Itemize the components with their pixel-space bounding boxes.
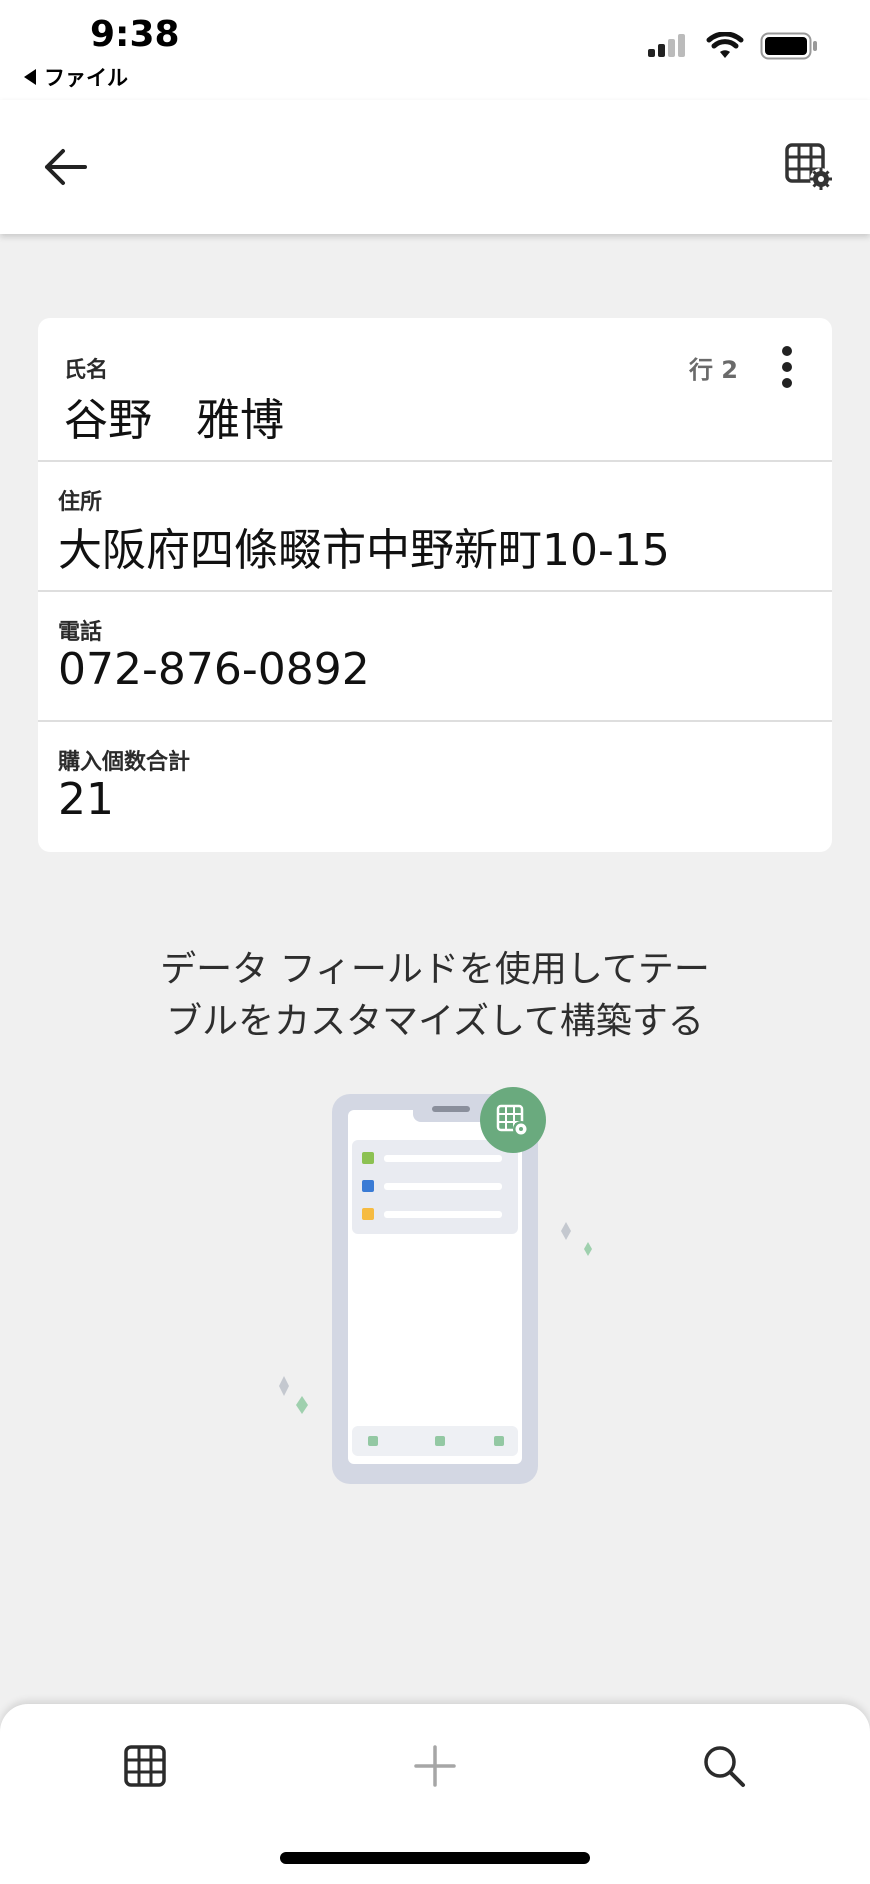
field-phone: 電話 072-876-0892 — [38, 590, 832, 720]
add-icon — [414, 1745, 456, 1787]
back-triangle-icon — [24, 69, 36, 85]
phone-illustration — [279, 1087, 592, 1484]
field-purchase-total: 購入個数合計 21 — [38, 720, 832, 852]
bottom-nav — [0, 1704, 870, 1884]
field-address: 住所 大阪府四條畷市中野新町10-15 — [38, 460, 832, 590]
field-label: 住所 — [58, 490, 103, 515]
field-name: 氏名 谷野 雅博 行 2 — [38, 318, 832, 460]
nav-add-button[interactable] — [403, 1734, 467, 1798]
promo-line-2: ブルをカスタマイズして構築する — [166, 1001, 704, 1042]
nav-table-button[interactable] — [113, 1734, 177, 1798]
record-card[interactable]: 氏名 谷野 雅博 行 2 住所 大阪府四條畷市中野新町10-15 電話 072-… — [38, 318, 832, 852]
table-settings-button[interactable] — [780, 138, 838, 196]
arrow-left-icon — [45, 149, 87, 185]
status-bar: 9:38 ファイル — [0, 0, 870, 100]
field-value: 21 — [58, 774, 114, 825]
battery-icon — [760, 32, 817, 60]
status-icons — [646, 32, 818, 60]
field-value: 072-876-0892 — [58, 644, 370, 695]
more-options-button[interactable] — [772, 342, 802, 392]
field-value: 谷野 雅博 — [64, 395, 284, 446]
promo-line-1: データ フィールドを使用してテー — [160, 949, 710, 990]
wifi-icon — [706, 32, 744, 58]
nav-search-button[interactable] — [692, 1734, 756, 1798]
field-label: 氏名 — [64, 358, 109, 383]
table-icon — [124, 1745, 166, 1787]
status-time: 9:38 — [90, 14, 180, 55]
home-indicator — [280, 1852, 590, 1864]
cellular-signal-icon — [648, 34, 685, 57]
field-value: 大阪府四條畷市中野新町10-15 — [58, 525, 670, 576]
field-label: 購入個数合計 — [58, 750, 191, 775]
row-number: 行 2 — [688, 356, 738, 384]
app-bar — [0, 100, 870, 234]
return-app-label: ファイル — [44, 66, 128, 90]
promo-text: データ フィールドを使用してテー ブルをカスタマイズして構築する — [100, 944, 770, 1048]
more-vert-icon — [782, 346, 792, 356]
return-to-app-link[interactable]: ファイル — [24, 62, 128, 92]
back-button[interactable] — [36, 138, 94, 196]
search-icon — [704, 1746, 745, 1787]
field-label: 電話 — [58, 620, 103, 645]
screen: 9:38 ファイル 氏名 谷野 雅博 行 2 住所 大阪府四條畷市中野新町10-… — [0, 0, 870, 1884]
table-settings-icon — [785, 143, 832, 190]
